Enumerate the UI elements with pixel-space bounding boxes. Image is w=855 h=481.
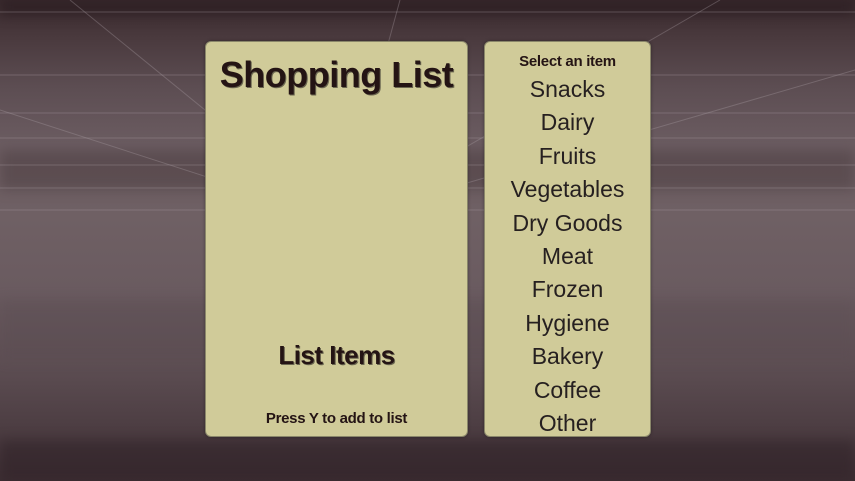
category-item-coffee[interactable]: Coffee [485, 374, 650, 407]
category-list: Snacks Dairy Fruits Vegetables Dry Goods… [485, 73, 650, 440]
category-select-panel: Select an item Snacks Dairy Fruits Veget… [484, 41, 651, 437]
list-items-label: List Items [278, 340, 395, 370]
add-to-list-hint: Press Y to add to list [265, 410, 408, 427]
category-item-dry-goods[interactable]: Dry Goods [485, 207, 650, 240]
category-item-frozen[interactable]: Frozen [485, 273, 650, 306]
category-item-vegetables[interactable]: Vegetables [485, 173, 650, 206]
shopping-list-title: Shopping List [219, 54, 454, 95]
category-item-meat[interactable]: Meat [485, 240, 650, 273]
category-item-fruits[interactable]: Fruits [485, 140, 650, 173]
category-item-dairy[interactable]: Dairy [485, 106, 650, 139]
shopping-list-panel: Shopping List List Items Press Y to add … [205, 41, 468, 437]
select-item-header: Select an item [519, 53, 616, 70]
category-item-hygiene[interactable]: Hygiene [485, 307, 650, 340]
category-item-other[interactable]: Other [485, 407, 650, 440]
category-item-snacks[interactable]: Snacks [485, 73, 650, 106]
category-item-bakery[interactable]: Bakery [485, 340, 650, 373]
